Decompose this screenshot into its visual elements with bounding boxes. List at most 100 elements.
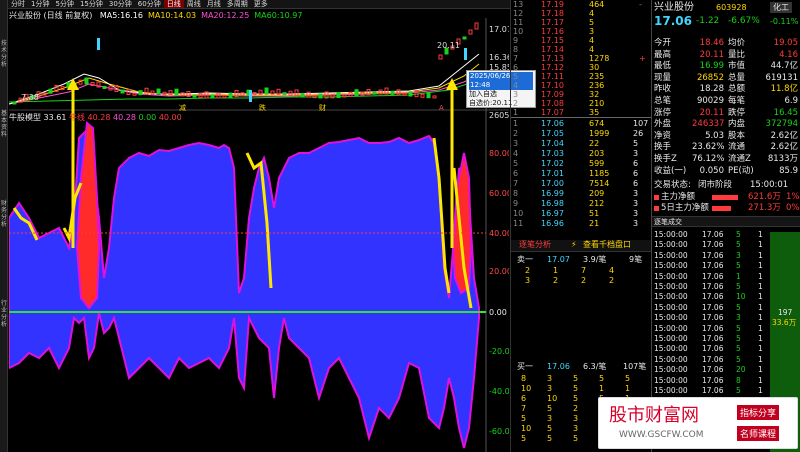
buy-price: 16.99: [541, 189, 564, 198]
indicator-panel: [9, 78, 486, 449]
buy1-cell: 10: [547, 394, 558, 403]
quote-value-2: 16.45: [773, 107, 798, 118]
toolbar-item-3[interactable]: 15分钟: [77, 0, 106, 8]
tick-title[interactable]: 逐笔成交: [654, 217, 682, 228]
buy-level-num: 2: [513, 129, 519, 138]
tick-price: 17.06: [702, 292, 724, 302]
quote-value-1: 5.03: [705, 130, 724, 141]
tick-time: 15:00:00: [654, 323, 688, 333]
tick-vol: 5: [736, 323, 741, 333]
quote-label-1: 总笔: [654, 96, 672, 106]
tick-price: 17.06: [702, 240, 724, 250]
side-tab-industry[interactable]: 行业分析: [0, 300, 8, 328]
sell-level-num: 11: [513, 18, 524, 27]
tick-time: 15:00:00: [654, 386, 688, 395]
buy-price: 17.05: [541, 129, 564, 138]
indicator-name[interactable]: 牛股模型: [9, 113, 41, 122]
tick-time: 15:00:00: [654, 354, 688, 364]
buy1-cell: 5: [547, 424, 553, 433]
candle: [318, 93, 323, 99]
tick-price: 17.06: [702, 313, 724, 323]
toolbar-item-2[interactable]: 5分钟: [52, 0, 76, 8]
tick-time: 15:00:00: [654, 344, 688, 354]
quote-value-2: 19.05: [773, 38, 798, 48]
buy-vol: 51: [589, 209, 600, 218]
sell-price: 17.08: [541, 99, 564, 108]
toolbar-item-4[interactable]: 30分钟: [106, 0, 135, 8]
candle: [264, 87, 269, 95]
quote-value-1: 0.050: [699, 165, 724, 176]
tick-price: 17.06: [702, 323, 724, 333]
change: -1.22: [696, 16, 720, 26]
ind-axis-m60: -60.00: [489, 427, 509, 436]
quote-label-2: 总量: [728, 72, 746, 83]
buy1-cell: 1: [625, 384, 631, 393]
quote-value-1: 90029: [696, 96, 724, 106]
industry-tag[interactable]: 化工: [770, 2, 792, 13]
price-axis-1: 16.36: [489, 53, 509, 62]
vol-side2: 33.6万: [772, 318, 797, 327]
toolbar-item-9[interactable]: 多周期: [224, 0, 251, 8]
tab-depth[interactable]: 查看千档盘口: [583, 240, 631, 250]
tick-vol: 5: [736, 282, 741, 291]
sell-price: 17.15: [541, 36, 564, 45]
sell1-row: 2 1 7 4: [511, 266, 651, 276]
buy-price: 16.98: [541, 199, 564, 208]
quote-label-1: 净资: [654, 130, 672, 141]
buy-level-num: 4: [513, 149, 519, 158]
candle: [192, 94, 197, 98]
candle: [354, 89, 359, 97]
toolbar-item-5[interactable]: 60分钟: [135, 0, 164, 8]
tab-tick-analysis[interactable]: 逐笔分析: [519, 240, 551, 250]
buy-vol: 203: [589, 149, 605, 158]
candle: [464, 48, 467, 60]
ind-axis-m20: -20.00: [489, 347, 509, 356]
sell-price: 17.12: [541, 63, 564, 72]
candle: [420, 93, 425, 98]
candle: [84, 77, 89, 85]
buy1-cell: 10: [521, 384, 532, 393]
buy-change: 3: [633, 189, 639, 198]
tick-price: 17.06: [702, 250, 724, 260]
buy-price: 17.01: [541, 169, 564, 178]
quote-label-1: 外盘: [654, 119, 672, 130]
quote-row: 外盘 246337 内盘 372794: [652, 119, 800, 130]
book-sell-row: 12 17.18 4: [511, 9, 651, 18]
watermark-url: WWW.GSCFW.COM: [619, 430, 704, 440]
tick-count: 1: [758, 250, 763, 260]
tick-vol: 3: [736, 250, 741, 260]
quote-value-2: 372794: [765, 119, 798, 130]
candle: [132, 92, 137, 96]
buy-change: 3: [633, 149, 639, 158]
flow-value: 621.6万: [748, 192, 781, 202]
toolbar-item-7[interactable]: 周线: [184, 0, 204, 8]
book-sell-row: 7 17.13 1278 +: [511, 54, 651, 63]
toolbar-item-0[interactable]: 分时: [8, 0, 28, 8]
quote-label-2: PE(动): [728, 165, 754, 176]
buy1-cell: 5: [599, 374, 605, 383]
status-time: 15:00:01: [750, 180, 789, 190]
side-tab-finance[interactable]: 财务分析: [0, 200, 8, 228]
quote-row: 换手Z 76.12% 流通Z 8133万: [652, 154, 800, 165]
buy1-label: 买一: [517, 362, 533, 371]
side-tab-basic[interactable]: 基本资料: [0, 110, 8, 138]
tick-count: 1: [758, 302, 763, 312]
toolbar-item-10[interactable]: 更多: [251, 0, 271, 8]
candle: [270, 90, 275, 95]
quote-row: 昨收 18.28 总额 11.8亿: [652, 84, 800, 95]
toolbar-item-6[interactable]: 日线: [163, 0, 184, 8]
quote-value-2: 2.62亿: [770, 130, 798, 141]
quote-label-2: 市值: [728, 61, 746, 72]
toolbar-item-8[interactable]: 月线: [204, 0, 224, 8]
indicator-v3: 40.28: [113, 113, 136, 122]
toolbar-item-1[interactable]: 1分钟: [28, 0, 52, 8]
sell-price: 17.10: [541, 81, 564, 90]
candle: [228, 92, 233, 98]
chart-area[interactable]: 7.38 20.11 17.07 16.36 15.85 减 跌 财 A 260…: [9, 18, 509, 452]
quote-label-2: 跌停: [728, 107, 746, 118]
buy-level-num: 9: [513, 199, 519, 208]
candle: [12, 101, 17, 105]
side-tab-technical[interactable]: 技术分析: [0, 40, 8, 68]
sell-price: 17.19: [541, 0, 564, 9]
ind-axis-80: 80.00: [489, 149, 509, 158]
